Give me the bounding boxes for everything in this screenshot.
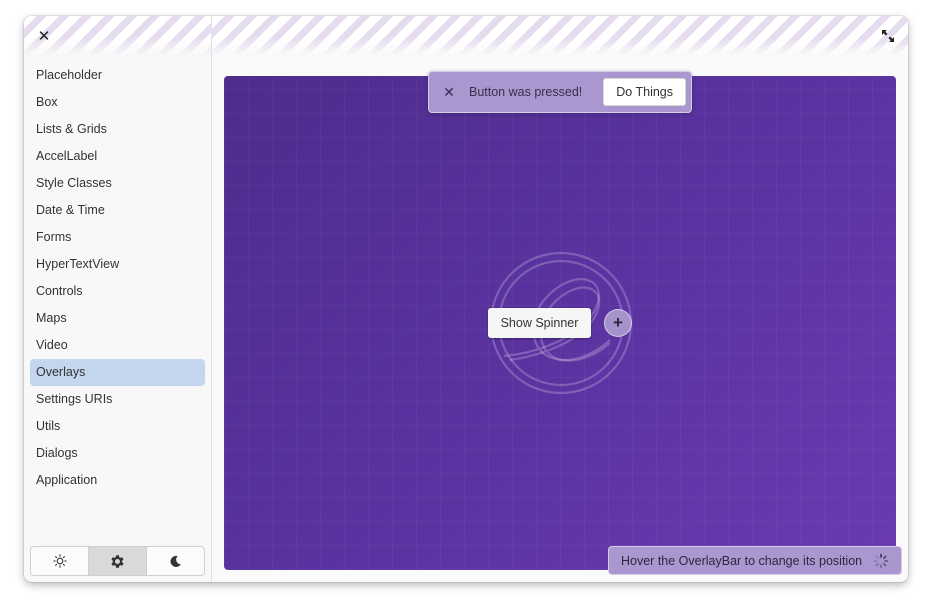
- fullscreen-icon: [882, 30, 894, 42]
- gear-icon: [111, 554, 124, 568]
- sidebar-item-settings-uris[interactable]: Settings URIs: [30, 386, 205, 413]
- main-header: [212, 16, 908, 56]
- sun-icon: [52, 554, 67, 568]
- sidebar-item-box[interactable]: Box: [30, 89, 205, 116]
- sidebar-item-dialogs[interactable]: Dialogs: [30, 440, 205, 467]
- theme-dark-button[interactable]: [146, 547, 204, 575]
- sidebar-item-overlays[interactable]: Overlays: [30, 359, 205, 386]
- sidebar-item-video[interactable]: Video: [30, 332, 205, 359]
- add-button[interactable]: +: [604, 309, 632, 337]
- toast-close-button[interactable]: ✕: [429, 84, 469, 101]
- plus-icon: +: [613, 313, 623, 332]
- sidebar-nav: Placeholder Box Lists & Grids AccelLabel…: [30, 62, 205, 494]
- sidebar-item-forms[interactable]: Forms: [30, 224, 205, 251]
- moon-icon: [170, 555, 181, 567]
- sidebar-item-maps[interactable]: Maps: [30, 305, 205, 332]
- overlay-bar-label: Hover the OverlayBar to change its posit…: [621, 553, 863, 568]
- spinner-icon: [873, 553, 889, 568]
- toast: ✕ Button was pressed! Do Things: [428, 71, 692, 113]
- sidebar-item-controls[interactable]: Controls: [30, 278, 205, 305]
- theme-system-button[interactable]: [88, 547, 146, 575]
- sidebar-item-hypertextview[interactable]: HyperTextView: [30, 251, 205, 278]
- sidebar-item-placeholder[interactable]: Placeholder: [30, 62, 205, 89]
- sidebar-item-application[interactable]: Application: [30, 467, 205, 494]
- sidebar-item-style-classes[interactable]: Style Classes: [30, 170, 205, 197]
- show-spinner-button[interactable]: Show Spinner: [488, 308, 591, 338]
- overlay-bar[interactable]: Hover the OverlayBar to change its posit…: [608, 546, 902, 575]
- sidebar-item-utils[interactable]: Utils: [30, 413, 205, 440]
- toast-action-button[interactable]: Do Things: [603, 78, 686, 106]
- close-icon: ✕: [443, 83, 455, 100]
- close-icon: ✕: [37, 28, 51, 45]
- close-button[interactable]: ✕: [34, 26, 54, 46]
- theme-light-button[interactable]: [31, 547, 88, 575]
- theme-switch: [30, 546, 205, 576]
- fullscreen-button[interactable]: [878, 26, 898, 46]
- toast-message: Button was pressed!: [469, 85, 583, 99]
- sidebar-item-accellabel[interactable]: AccelLabel: [30, 143, 205, 170]
- sidebar: ✕ Placeholder Box Lists & Grids AccelLab…: [24, 16, 212, 582]
- sidebar-item-lists-grids[interactable]: Lists & Grids: [30, 116, 205, 143]
- sidebar-item-date-time[interactable]: Date & Time: [30, 197, 205, 224]
